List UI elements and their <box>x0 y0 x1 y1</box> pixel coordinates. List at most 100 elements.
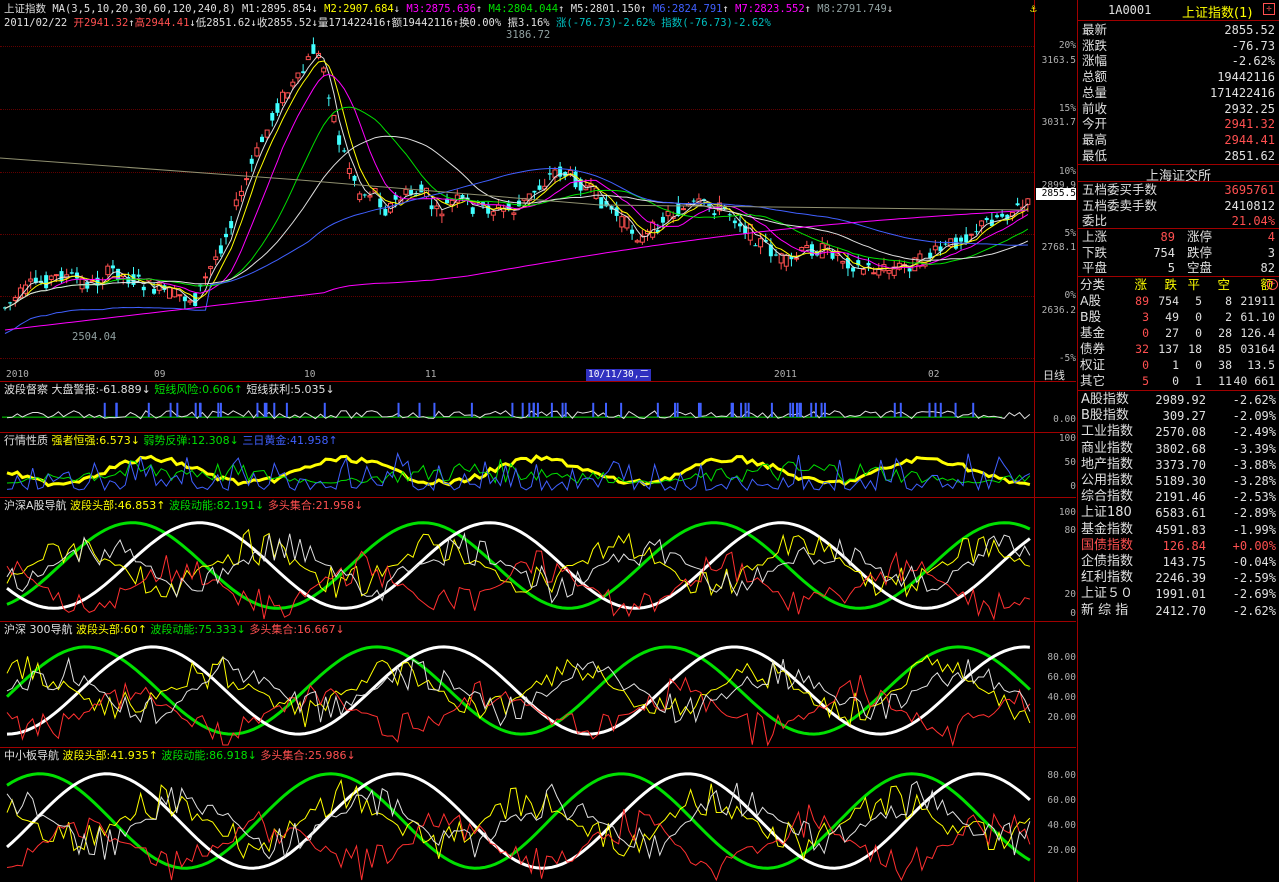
class-cell: 8 <box>1225 294 1232 308</box>
indicator-name[interactable]: 波段督察 <box>4 383 52 396</box>
ma-header: 上证指数 MA(3,5,10,20,30,60,120,240,8) M1:28… <box>4 3 893 16</box>
candle <box>593 187 599 200</box>
index-row[interactable]: 商业指数 3802.68 -3.39% <box>1081 441 1276 457</box>
class-cell: 18 <box>1188 342 1202 356</box>
indicator-plot-4[interactable] <box>2 636 1032 747</box>
candle <box>783 253 789 272</box>
index-row[interactable]: A股指数 2989.92 -2.62% <box>1081 392 1276 408</box>
class-cell: 21911 <box>1240 294 1275 308</box>
index-row[interactable]: 基金指数 4591.83 -1.99% <box>1081 522 1276 538</box>
lock-icon[interactable]: ⚓ <box>1030 2 1044 15</box>
candle <box>166 286 172 299</box>
date-tick: 10 <box>304 369 316 380</box>
period-label[interactable]: 日线 <box>1043 369 1065 382</box>
index-change: -2.89% <box>1232 506 1276 521</box>
index-change: -2.59% <box>1232 571 1276 586</box>
index-row[interactable]: 国债指数 126.84 +0.00% <box>1081 538 1276 554</box>
index-row[interactable]: 地产指数 3373.70 -3.88% <box>1081 457 1276 473</box>
class-cell: 0 <box>1142 326 1149 340</box>
breadth-label: 跌停 <box>1187 244 1213 260</box>
breadth-row: 上涨 89 涨停 4 <box>1082 229 1275 245</box>
class-cell: 126.4 <box>1240 326 1275 340</box>
date-tick: 09 <box>154 369 166 380</box>
indicator-name[interactable]: 沪深A股导航 <box>4 499 70 512</box>
index-row[interactable]: 红利指数 2246.39 -2.59% <box>1081 570 1276 586</box>
index-row[interactable]: 上证180 6583.61 -2.89% <box>1081 505 1276 521</box>
breadth-value: 89 <box>1160 230 1175 244</box>
index-price: 6583.61 <box>1155 506 1206 521</box>
candle <box>254 142 260 158</box>
candle <box>244 171 250 186</box>
indicator-header-4: 沪深 300导航 波段头部:60↑ 波段动能:75.333↓ 多头集合:16.6… <box>4 623 345 636</box>
next-icon[interactable]: ✛ <box>1263 3 1275 15</box>
candle <box>907 267 912 279</box>
class-row[interactable]: B股 3 49 0 2 61.10 <box>1080 309 1277 325</box>
index-change: -3.39% <box>1232 441 1276 456</box>
candle <box>738 216 743 233</box>
quote-value: -2.62% <box>1231 54 1275 69</box>
index-row[interactable]: 上证５０ 1991.01 -2.69% <box>1081 586 1276 602</box>
breadth-label: 平盘 <box>1082 260 1108 276</box>
candle <box>141 284 146 297</box>
candle <box>984 216 989 223</box>
index-row[interactable]: 工业指数 2570.08 -2.49% <box>1081 424 1276 440</box>
index-row[interactable]: 综合指数 2191.46 -2.53% <box>1081 489 1276 505</box>
candle <box>429 197 434 217</box>
date-tick: 2011 <box>774 369 797 380</box>
quote-row: 涨幅 -2.62% <box>1082 53 1275 69</box>
quote-row: 今开 2941.32 <box>1082 116 1275 132</box>
class-row[interactable]: 权证 0 1 0 38 13.5 <box>1080 357 1277 373</box>
candle <box>403 185 409 197</box>
class-row[interactable]: A股 89 754 5 8 21911 <box>1080 293 1277 309</box>
candle <box>953 234 958 251</box>
indicator-name[interactable]: 中小板导航 <box>4 749 63 762</box>
class-name: A股 <box>1080 293 1102 308</box>
class-cell: 5 <box>1142 374 1149 388</box>
class-cell: 13.5 <box>1247 358 1275 372</box>
indicator-axis-tick: 80.00 <box>1047 652 1076 663</box>
index-row[interactable]: B股指数 309.27 -2.09% <box>1081 408 1276 424</box>
indicator-name[interactable]: 行情性质 <box>4 434 52 447</box>
index-name: 企债指数 <box>1081 554 1134 569</box>
ma-values: M1:2895.854↓ M2:2907.684↓ M3:2875.636↑ M… <box>241 3 894 15</box>
quote-value: 2944.41 <box>1224 132 1275 147</box>
indicator-plot-1[interactable] <box>2 396 1032 432</box>
index-row[interactable]: 新 综 指 2412.70 -2.62% <box>1081 603 1276 619</box>
ma-value-8: M8:2791.749 <box>810 3 887 15</box>
indicator-axis-tick: 20.00 <box>1047 712 1076 723</box>
class-cell: 1 <box>1172 358 1179 372</box>
class-row[interactable]: 债券 32 137 18 85 03164 <box>1080 341 1277 357</box>
class-row[interactable]: 其它 5 0 1 11 40 661 <box>1080 373 1277 389</box>
indicator-axis-tick: 0.00 <box>1053 414 1076 425</box>
class-cell: 0 <box>1142 358 1149 372</box>
index-row[interactable]: 企债指数 143.75 -0.04% <box>1081 554 1276 570</box>
breadth-label: 上涨 <box>1082 229 1108 244</box>
indicator-value: 波段头部:60↑ <box>76 623 151 636</box>
quote-row: 涨跌 -76.73 <box>1082 38 1275 54</box>
quote-label: 前收 <box>1082 100 1108 116</box>
indicator-plot-5[interactable] <box>2 762 1032 882</box>
index-name: 工业指数 <box>1081 424 1134 440</box>
indicator-name[interactable]: 沪深 300导航 <box>4 623 76 636</box>
candle <box>501 204 507 219</box>
quote-label: 最新 <box>1082 22 1108 37</box>
ma-value-5: M5:2801.150 <box>564 3 641 15</box>
index-change-value: 指数(-76.73)-2.62% <box>661 17 771 29</box>
breadth-row: 下跌 754 跌停 3 <box>1082 245 1275 261</box>
candle <box>959 235 964 250</box>
candle <box>702 198 707 206</box>
quote-label: 总额 <box>1082 69 1108 85</box>
indicator-plot-2[interactable] <box>2 447 1032 497</box>
book-value: 3695761 <box>1224 183 1275 197</box>
candlestick-chart[interactable] <box>0 30 1034 370</box>
index-price: 3373.70 <box>1155 457 1206 472</box>
class-row[interactable]: 基金 0 27 0 28 126.4 <box>1080 325 1277 341</box>
quote-label: 最高 <box>1082 131 1108 147</box>
change-value: 涨(-76.73)-2.62% <box>555 17 655 29</box>
index-row[interactable]: 公用指数 5189.30 -3.28% <box>1081 473 1276 489</box>
class-cell: 11 <box>1218 374 1232 388</box>
indicator-plot-3[interactable] <box>2 512 1032 621</box>
candle <box>943 240 948 246</box>
quote-value: 2941.32 <box>1224 117 1275 132</box>
add-icon[interactable]: + <box>1267 279 1278 290</box>
